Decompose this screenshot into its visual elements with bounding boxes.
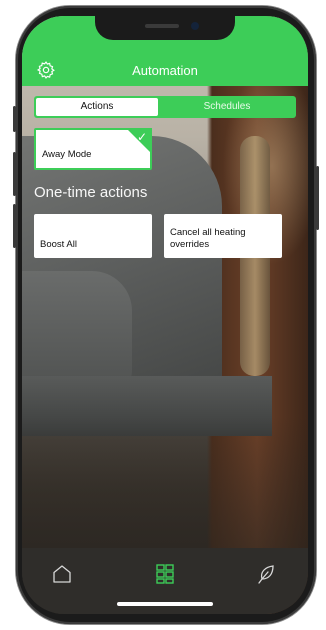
nav-energy[interactable]	[254, 562, 278, 586]
bottom-navigation	[22, 548, 308, 614]
away-mode-tile[interactable]: ✓ Away Mode	[34, 128, 152, 170]
page-title: Automation	[132, 63, 198, 78]
nav-home[interactable]	[50, 562, 74, 586]
one-time-actions-heading: One-time actions	[34, 184, 148, 201]
leaf-icon	[258, 565, 274, 584]
settings-button[interactable]	[36, 60, 56, 80]
nav-automation[interactable]	[153, 562, 177, 586]
mute-switch	[13, 106, 16, 132]
tab-actions[interactable]: Actions	[36, 98, 158, 116]
volume-down-button	[13, 204, 16, 248]
volume-up-button	[13, 152, 16, 196]
away-mode-label: Away Mode	[42, 149, 92, 160]
home-indicator[interactable]	[117, 602, 213, 606]
checkmark-icon: ✓	[136, 130, 147, 144]
grid-icon	[156, 564, 174, 584]
cancel-heating-overrides-label: Cancel all heating overrides	[170, 227, 246, 250]
app-screen: Automation Actions Schedules ✓ Away Mode…	[22, 16, 308, 614]
speaker-grille	[145, 24, 179, 28]
boost-all-tile[interactable]: Boost All	[34, 214, 152, 258]
power-button	[316, 166, 319, 230]
app-header: Automation	[22, 16, 308, 86]
phone-notch	[95, 16, 235, 40]
chair-arm-image	[22, 271, 132, 391]
front-camera	[191, 22, 199, 30]
floor-image	[22, 416, 308, 556]
tab-schedules[interactable]: Schedules	[160, 98, 294, 116]
boost-all-label: Boost All	[40, 239, 77, 250]
cancel-heating-overrides-tile[interactable]: Cancel all heating overrides	[164, 214, 282, 258]
gear-icon	[36, 61, 55, 79]
segmented-control: Actions Schedules	[34, 96, 296, 118]
home-icon	[53, 565, 71, 583]
